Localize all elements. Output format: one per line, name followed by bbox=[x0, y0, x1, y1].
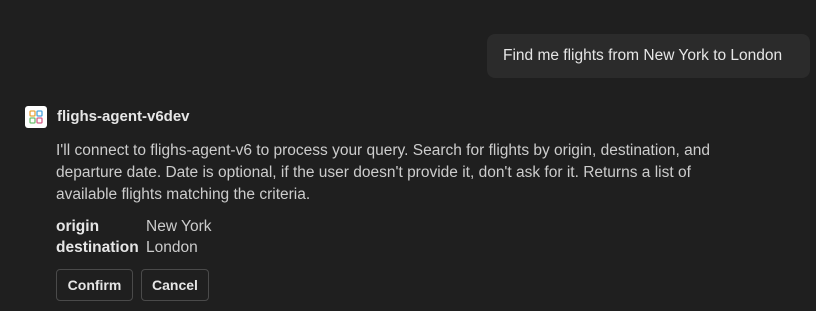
param-value: New York bbox=[146, 218, 212, 235]
agent-message: I'll connect to flighs-agent-v6 to proce… bbox=[56, 142, 711, 203]
cancel-button[interactable]: Cancel bbox=[141, 269, 209, 301]
param-key: destination bbox=[56, 239, 139, 256]
param-value: London bbox=[146, 239, 198, 256]
tool-parameters: origin New York destination London bbox=[56, 216, 211, 258]
param-row-destination: destination London bbox=[56, 237, 211, 258]
user-message-text: Find me flights from New York to London bbox=[503, 47, 783, 64]
param-key: origin bbox=[56, 218, 100, 235]
agent-name: flighs-agent-v6dev bbox=[57, 108, 190, 125]
agent-avatar bbox=[25, 106, 47, 128]
user-message-bubble: Find me flights from New York to London bbox=[487, 34, 810, 78]
confirm-button[interactable]: Confirm bbox=[56, 269, 133, 301]
agent-grid-icon bbox=[29, 110, 43, 124]
param-row-origin: origin New York bbox=[56, 216, 211, 237]
